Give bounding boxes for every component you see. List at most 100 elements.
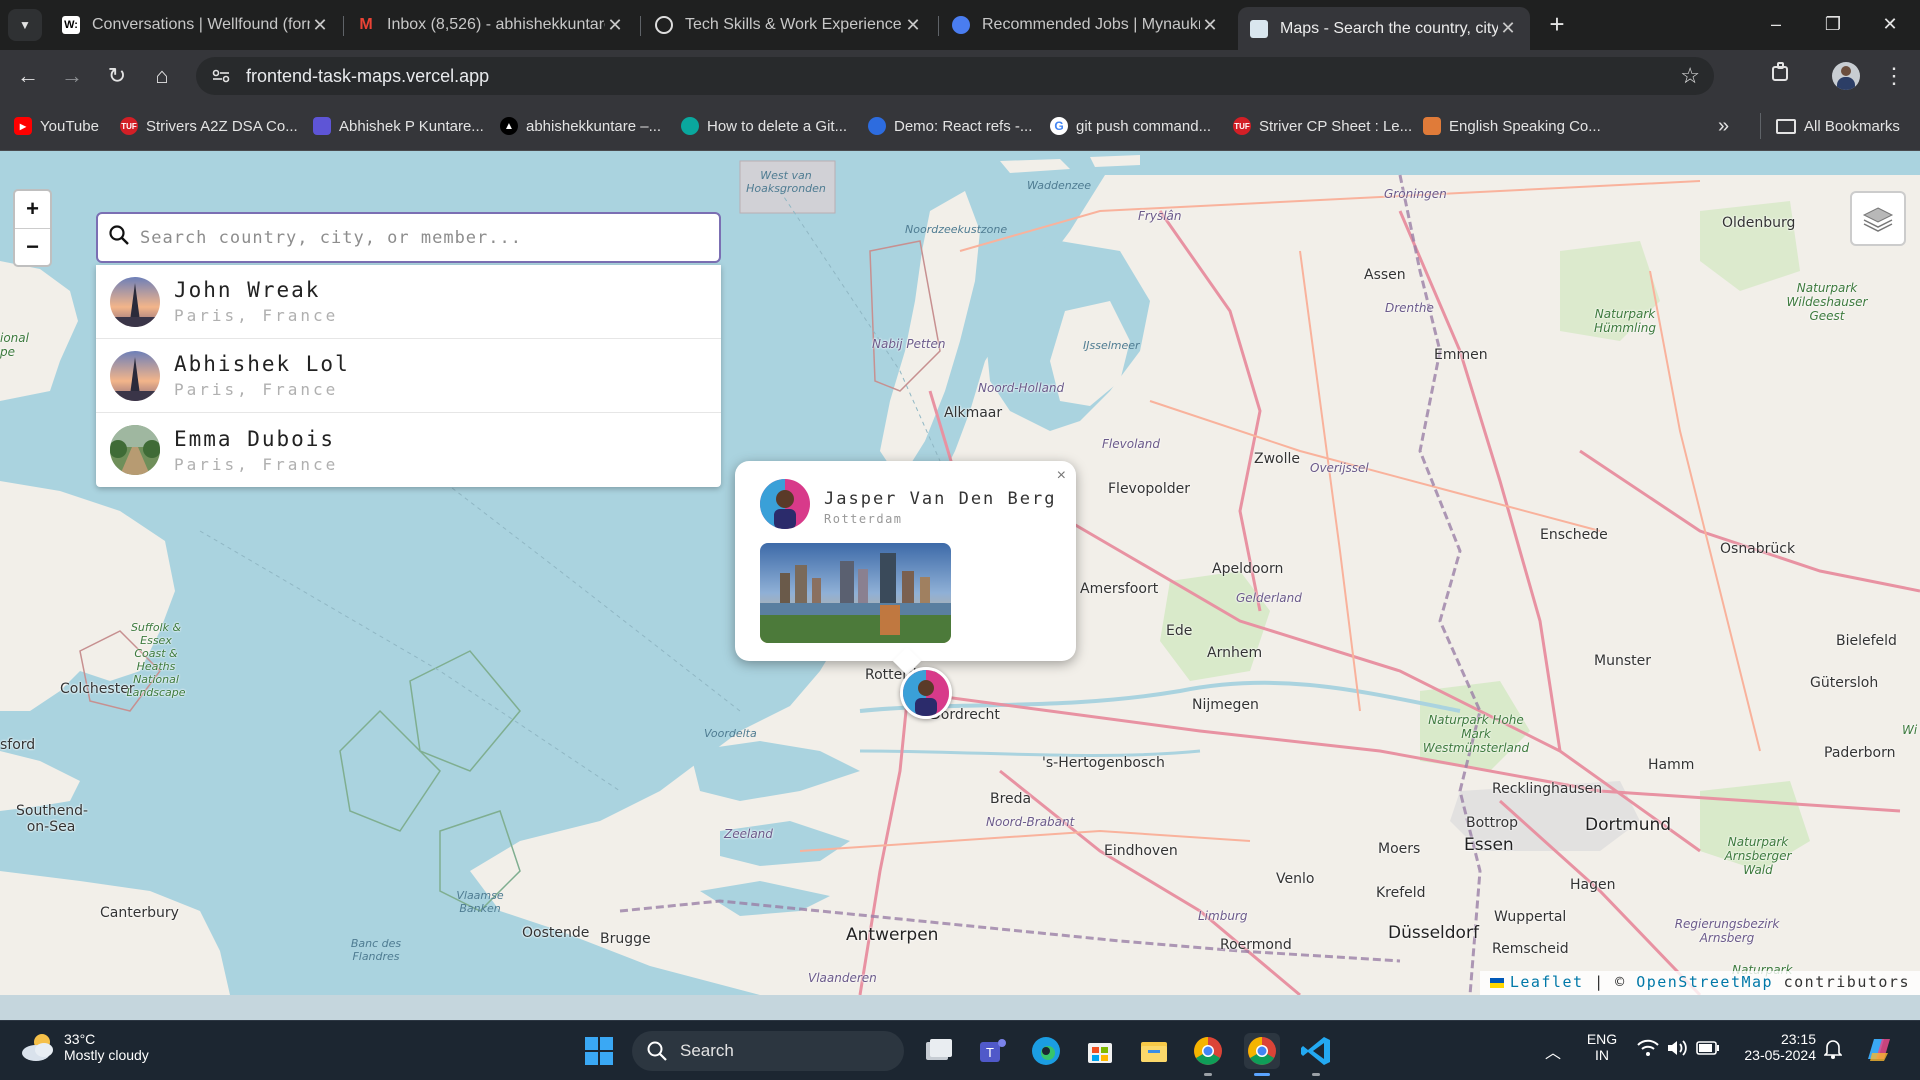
codepen-icon [868, 117, 886, 135]
bookmark-label: Strivers A2Z DSA Co... [146, 117, 298, 135]
restore-button[interactable]: ❐ [1813, 10, 1853, 38]
bookmark-git-delete[interactable]: How to delete a Git... [681, 115, 847, 137]
member-popup: × Jasper Van Den Berg Rotterdam [735, 461, 1076, 676]
bookmark-page-icon [1423, 117, 1441, 135]
bookmark-striver-cp[interactable]: TUF Striver CP Sheet : Le... [1233, 115, 1412, 137]
result-item[interactable]: Emma Dubois Paris, France [96, 413, 721, 487]
bookmark-star-icon[interactable]: ☆ [1680, 63, 1700, 89]
map-label: Bottrop [1466, 815, 1519, 831]
zoom-in-button[interactable]: + [15, 191, 50, 228]
popup-close-button[interactable]: × [1057, 467, 1066, 485]
battery-icon[interactable] [1696, 1041, 1720, 1058]
tab-naukri[interactable]: Recommended Jobs | Mynaukri ✕ [940, 7, 1232, 43]
volume-icon[interactable] [1666, 1039, 1688, 1060]
map-label: Breda [990, 791, 1032, 807]
chevron-down-icon[interactable]: ▼ [8, 9, 42, 41]
close-tab-icon[interactable]: ✕ [1498, 18, 1518, 39]
close-tab-icon[interactable]: ✕ [1200, 15, 1220, 36]
tab-chatgpt[interactable]: Tech Skills & Work Experience ✕ [643, 7, 935, 43]
layers-button[interactable] [1850, 191, 1906, 246]
zoom-out-button[interactable]: − [15, 228, 50, 265]
close-tab-icon[interactable]: ✕ [903, 15, 923, 36]
file-explorer-icon[interactable] [1136, 1033, 1172, 1069]
link-icon [681, 117, 699, 135]
store-icon[interactable] [1082, 1033, 1118, 1069]
map-label: Banc des Flandres [350, 937, 402, 963]
bookmark-youtube[interactable]: ▶ YouTube [14, 115, 99, 137]
menu-icon[interactable]: ⋮ [1878, 60, 1910, 92]
bookmark-react-refs[interactable]: Demo: React refs -... [868, 115, 1032, 137]
teams-icon[interactable]: T [974, 1033, 1010, 1069]
reload-icon[interactable]: ↻ [101, 60, 133, 92]
start-icon[interactable] [581, 1033, 617, 1069]
bookmark-vercel[interactable]: ▲ abhishekkuntare –... [500, 115, 661, 137]
more-bookmarks-button[interactable]: » [1718, 115, 1729, 137]
result-item[interactable]: Abhishek Lol Paris, France [96, 339, 721, 413]
address-bar[interactable]: frontend-task-maps.vercel.app ☆ [196, 57, 1714, 95]
close-tab-icon[interactable]: ✕ [605, 15, 625, 36]
popup-name: Jasper Van Den Berg [824, 489, 1057, 509]
back-icon[interactable]: ← [12, 60, 44, 92]
map-label: Venlo [1276, 871, 1315, 887]
tab-wellfound[interactable]: W: Conversations | Wellfound (form ✕ [50, 7, 342, 43]
wifi-icon[interactable] [1637, 1039, 1659, 1060]
bookmark-label: git push command... [1076, 117, 1212, 135]
all-bookmarks-label: All Bookmarks [1804, 117, 1900, 135]
clock[interactable]: 23:15 23-05-2024 [1736, 1031, 1816, 1063]
home-icon[interactable]: ⌂ [146, 60, 178, 92]
edge-icon[interactable] [1028, 1033, 1064, 1069]
map-label: Gelderland [1236, 591, 1302, 605]
minimize-button[interactable]: – [1756, 10, 1796, 38]
map-label: Amersfoort [1080, 581, 1159, 597]
taskbar-search[interactable]: Search [632, 1031, 904, 1071]
result-item[interactable]: John Wreak Paris, France [96, 265, 721, 339]
map-label: Krefeld [1376, 885, 1426, 901]
tab-separator [938, 16, 939, 36]
new-tab-button[interactable]: + [1542, 10, 1572, 40]
bookmark-strivers-a2z[interactable]: TUF Strivers A2Z DSA Co... [120, 115, 298, 137]
forward-icon[interactable]: → [56, 60, 88, 92]
attribution-separator: | [1594, 973, 1605, 991]
all-bookmarks-button[interactable]: All Bookmarks [1776, 115, 1900, 137]
maps-icon [1250, 19, 1268, 38]
result-location: Paris, France [174, 306, 339, 325]
map-label: Remscheid [1492, 941, 1569, 957]
leaflet-link[interactable]: Leaflet [1510, 973, 1584, 991]
map-label: Southend-on-Sea [16, 803, 89, 835]
close-window-button[interactable]: ✕ [1870, 10, 1910, 38]
notification-icon[interactable] [1823, 1039, 1843, 1062]
bookmark-english[interactable]: English Speaking Co... [1423, 115, 1601, 137]
tab-gmail[interactable]: M Inbox (8,526) - abhishekkuntare ✕ [345, 7, 637, 43]
profile-avatar[interactable] [1832, 62, 1860, 90]
chrome-active-icon[interactable] [1244, 1033, 1280, 1076]
tab-maps[interactable]: Maps - Search the country, city, ✕ [1238, 7, 1530, 50]
weather-temp: 33°C [64, 1031, 96, 1047]
chatgpt-icon [655, 16, 673, 34]
close-tab-icon[interactable]: ✕ [310, 15, 330, 36]
search-icon [108, 224, 130, 251]
extensions-icon[interactable] [1765, 60, 1797, 92]
search-input[interactable] [138, 226, 719, 249]
vscode-icon[interactable] [1298, 1033, 1334, 1076]
weather-widget[interactable]: 33°C Mostly cloudy [20, 1031, 149, 1063]
zoom-control: + − [13, 189, 52, 267]
map-label: Vlaanderen [808, 971, 877, 985]
chevron-up-icon[interactable]: ︿ [1545, 1039, 1561, 1063]
map-viewport[interactable]: Waddenzee West van Hoaksgronden Noordzee… [0, 151, 1920, 995]
member-marker[interactable] [900, 667, 952, 719]
clock-time: 23:15 [1780, 1031, 1816, 1047]
map-label: Voordelta [704, 727, 757, 740]
map-label: Naturpark Arnsberger Wald [1724, 835, 1792, 877]
bookmark-notion[interactable]: Abhishek P Kuntare... [313, 115, 484, 137]
task-view-icon[interactable] [920, 1033, 956, 1069]
language-indicator[interactable]: ENG IN [1582, 1031, 1622, 1063]
result-name: Emma Dubois [174, 426, 336, 451]
map-label: Düsseldorf [1388, 923, 1479, 943]
site-info-icon[interactable] [208, 63, 234, 89]
map-label: Paderborn [1824, 745, 1896, 761]
copilot-icon[interactable] [1862, 1033, 1896, 1070]
chrome-icon[interactable] [1190, 1033, 1226, 1076]
osm-link[interactable]: OpenStreetMap [1636, 973, 1773, 991]
bookmark-git-push[interactable]: G git push command... [1050, 115, 1211, 137]
map-label: Antwerpen [846, 925, 939, 945]
